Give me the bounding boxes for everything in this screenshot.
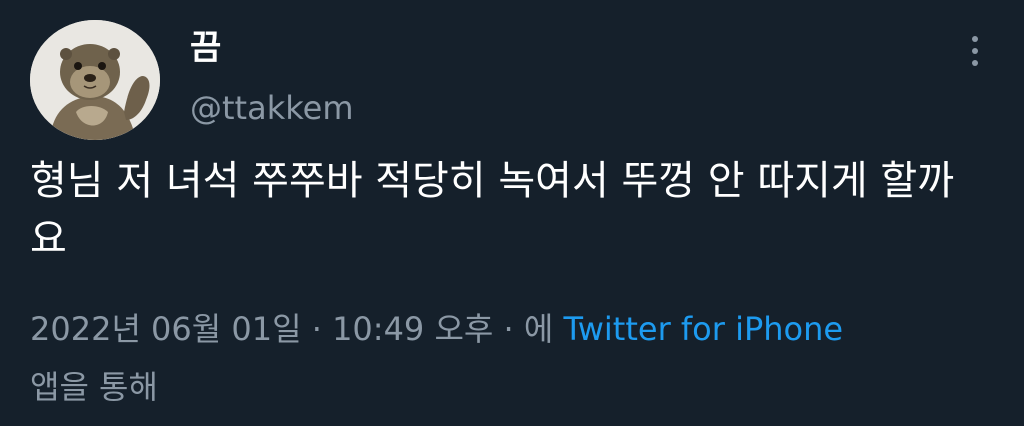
via-prefix: 에	[523, 310, 564, 348]
more-vertical-icon[interactable]	[960, 28, 990, 74]
otter-avatar-icon	[30, 20, 160, 140]
tweet: 끔 @ttakkem 형님 저 녀석 쭈쭈바 적당히 녹여서 뚜껑 안 따지게 …	[0, 0, 1024, 426]
tweet-date[interactable]: 2022년 06월 01일	[30, 310, 302, 348]
separator: ·	[301, 310, 333, 348]
source-link[interactable]: Twitter for iPhone	[563, 310, 843, 348]
via-suffix: 앱을 통해	[30, 368, 158, 406]
separator: ·	[493, 310, 524, 348]
user-handle[interactable]: @ttakkem	[190, 86, 353, 130]
tweet-text: 형님 저 녀석 쭈쭈바 적당히 녹여서 뚜껑 안 따지게 할까요	[30, 158, 955, 262]
tweet-time[interactable]: 10:49 오후	[332, 310, 493, 348]
tweet-metadata: 2022년 06월 01일 · 10:49 오후 · 에 Twitter for…	[30, 300, 990, 416]
display-name[interactable]: 끔	[190, 26, 221, 70]
avatar[interactable]	[30, 20, 160, 140]
